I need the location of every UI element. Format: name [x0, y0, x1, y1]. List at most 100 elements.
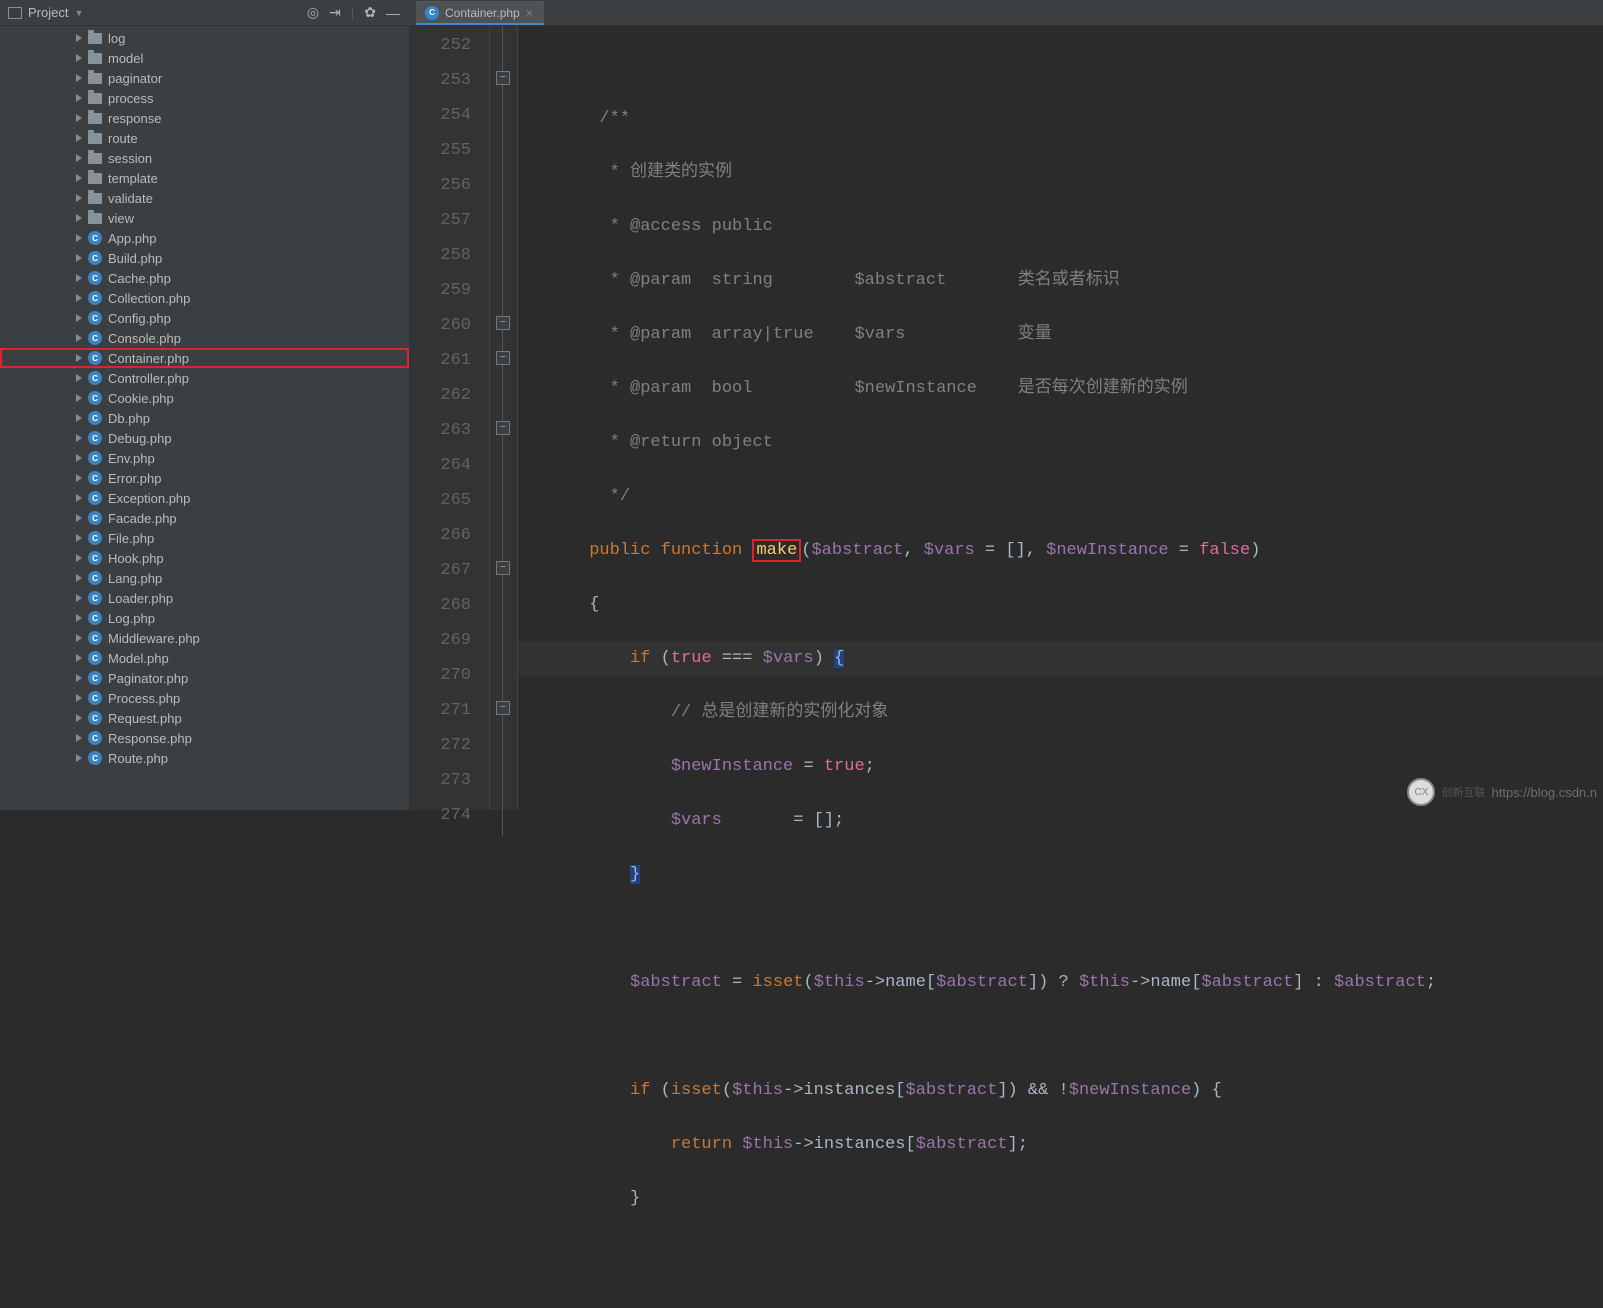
chevron-right-icon [76, 474, 82, 482]
fold-column[interactable]: − − − − − − [490, 26, 518, 810]
tree-file[interactable]: CRequest.php [0, 708, 409, 728]
code-line: */ [518, 479, 1603, 514]
chevron-down-icon[interactable]: ▼ [74, 8, 83, 18]
tree-file[interactable]: CResponse.php [0, 728, 409, 748]
tree-folder[interactable]: paginator [0, 68, 409, 88]
chevron-right-icon [76, 94, 82, 102]
gear-icon[interactable]: ✿ [364, 4, 376, 21]
watermark: CX 创新互联 https://blog.csdn.n [1407, 778, 1597, 806]
tree-file[interactable]: CEnv.php [0, 448, 409, 468]
code-line: $abstract = isset($this->name[$abstract]… [518, 965, 1603, 1000]
chevron-right-icon [76, 614, 82, 622]
php-file-icon: C [88, 571, 102, 585]
line-number: 273 [410, 763, 471, 798]
tree-label: Cookie.php [108, 391, 174, 406]
tree-file[interactable]: CFacade.php [0, 508, 409, 528]
code-line: } [518, 857, 1603, 892]
tree-file[interactable]: CApp.php [0, 228, 409, 248]
tree-file[interactable]: CLang.php [0, 568, 409, 588]
tree-file[interactable]: CFile.php [0, 528, 409, 548]
tree-file[interactable]: CMiddleware.php [0, 628, 409, 648]
fold-marker-icon[interactable]: − [496, 561, 510, 575]
code-line: * @param bool $newInstance 是否每次创建新的实例 [518, 371, 1603, 406]
tree-file[interactable]: CContainer.php [0, 348, 409, 368]
folder-icon [88, 173, 102, 184]
code-line [518, 47, 1603, 82]
fold-marker-icon[interactable]: − [496, 316, 510, 330]
fold-marker-icon[interactable]: − [496, 701, 510, 715]
line-number: 255 [410, 133, 471, 168]
tree-folder[interactable]: validate [0, 188, 409, 208]
tree-file[interactable]: CLoader.php [0, 588, 409, 608]
project-sidebar[interactable]: log model paginator process response routeses… [0, 26, 410, 810]
chevron-right-icon [76, 714, 82, 722]
tree-label: log [108, 31, 125, 46]
folder-icon [88, 73, 102, 84]
code-line [518, 1235, 1603, 1270]
tree-file[interactable]: CController.php [0, 368, 409, 388]
line-gutter: 2522532542552562572582592602612622632642… [410, 26, 490, 810]
tree-folder[interactable]: session [0, 148, 409, 168]
chevron-right-icon [76, 434, 82, 442]
tree-file[interactable]: CDebug.php [0, 428, 409, 448]
tree-file[interactable]: CException.php [0, 488, 409, 508]
line-number: 262 [410, 378, 471, 413]
php-file-icon: C [88, 411, 102, 425]
tree-label: Container.php [108, 351, 189, 366]
close-icon[interactable]: × [526, 6, 533, 20]
tree-label: response [108, 111, 161, 126]
tree-folder[interactable]: route [0, 128, 409, 148]
line-number: 252 [410, 28, 471, 63]
tree-file[interactable]: CCookie.php [0, 388, 409, 408]
tree-file[interactable]: CConfig.php [0, 308, 409, 328]
tree-file[interactable]: CBuild.php [0, 248, 409, 268]
chevron-right-icon [76, 554, 82, 562]
tree-file[interactable]: CLog.php [0, 608, 409, 628]
tree-file[interactable]: CRoute.php [0, 748, 409, 768]
code-line: if (isset($this->instances[$abstract]) &… [518, 1073, 1603, 1108]
php-file-icon: C [88, 711, 102, 725]
tree-file[interactable]: CDb.php [0, 408, 409, 428]
line-number: 263 [410, 413, 471, 448]
chevron-right-icon [76, 574, 82, 582]
tree-label: Console.php [108, 331, 181, 346]
tree-file[interactable]: CError.php [0, 468, 409, 488]
tree-file[interactable]: CCache.php [0, 268, 409, 288]
tree-folder[interactable]: process [0, 88, 409, 108]
code-line [518, 911, 1603, 946]
chevron-right-icon [76, 54, 82, 62]
fold-marker-icon[interactable]: − [496, 421, 510, 435]
chevron-right-icon [76, 194, 82, 202]
tree-file[interactable]: CConsole.php [0, 328, 409, 348]
tree-folder[interactable]: view [0, 208, 409, 228]
minimize-icon[interactable]: — [386, 5, 400, 21]
tree-label: paginator [108, 71, 162, 86]
tab-container-php[interactable]: C Container.php × [416, 1, 544, 25]
sidebar-header: Project ▼ ◎ ⇥ | ✿ — [0, 0, 410, 25]
tree-folder[interactable]: template [0, 168, 409, 188]
tree-file[interactable]: CPaginator.php [0, 668, 409, 688]
tree-folder[interactable]: log [0, 28, 409, 48]
chevron-right-icon [76, 754, 82, 762]
target-icon[interactable]: ◎ [307, 4, 319, 21]
fold-marker-icon[interactable]: − [496, 351, 510, 365]
tree-file[interactable]: CHook.php [0, 548, 409, 568]
line-number: 272 [410, 728, 471, 763]
tree-folder[interactable]: response [0, 108, 409, 128]
chevron-right-icon [76, 234, 82, 242]
code-content[interactable]: /** * 创建类的实例 * @access public * @param s… [518, 26, 1603, 810]
folder-icon [88, 93, 102, 104]
php-file-icon: C [425, 6, 439, 20]
tree-label: Exception.php [108, 491, 190, 506]
collapse-icon[interactable]: ⇥ [329, 4, 341, 21]
tree-folder[interactable]: model [0, 48, 409, 68]
project-label[interactable]: Project [28, 5, 68, 20]
tree-file[interactable]: CModel.php [0, 648, 409, 668]
fold-marker-icon[interactable]: − [496, 71, 510, 85]
folder-icon [88, 193, 102, 204]
line-number: 259 [410, 273, 471, 308]
tree-file[interactable]: CCollection.php [0, 288, 409, 308]
php-file-icon: C [88, 251, 102, 265]
code-editor[interactable]: 2522532542552562572582592602612622632642… [410, 26, 1603, 810]
tree-file[interactable]: CProcess.php [0, 688, 409, 708]
